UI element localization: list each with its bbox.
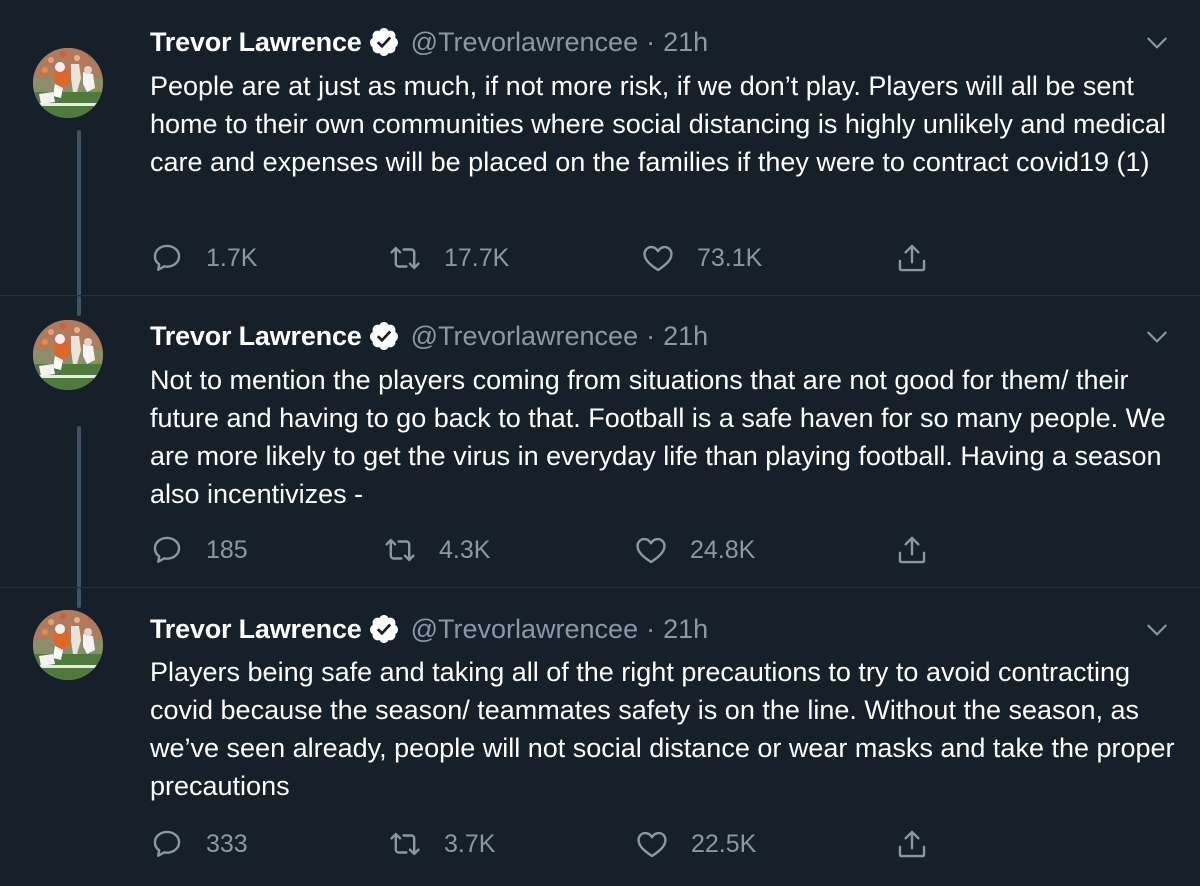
tweet-1[interactable]: Trevor Lawrence @Trevorlawrencee · 21h P… [0, 0, 1200, 296]
share-icon [895, 533, 929, 567]
chevron-down-icon[interactable] [1144, 324, 1170, 350]
author-name[interactable]: Trevor Lawrence [150, 27, 362, 58]
tweet-2[interactable]: Trevor Lawrence @Trevorlawrencee · 21h N… [0, 296, 1200, 588]
verified-badge-icon [368, 320, 400, 352]
author-name[interactable]: Trevor Lawrence [150, 321, 362, 352]
avatar-image [33, 610, 103, 680]
like-icon [635, 827, 669, 861]
retweet-icon [383, 533, 417, 567]
verified-badge-icon [368, 26, 400, 58]
retweet-count: 3.7K [444, 829, 496, 858]
like-icon [641, 241, 675, 275]
reply-button[interactable]: 1.7K [150, 238, 257, 278]
reply-icon [150, 533, 184, 567]
reply-button[interactable]: 185 [150, 530, 248, 570]
thread-connector-line [77, 588, 81, 608]
like-button[interactable]: 24.8K [634, 530, 755, 570]
avatar-image [33, 48, 103, 118]
thread-connector-line [77, 130, 81, 296]
avatar[interactable] [33, 48, 103, 118]
thread-connector-line [77, 296, 81, 316]
retweet-icon [388, 241, 422, 275]
retweet-button[interactable]: 4.3K [383, 530, 490, 570]
reply-count: 185 [206, 535, 248, 564]
like-count: 24.8K [690, 535, 756, 564]
author-handle[interactable]: @Trevorlawrencee [411, 27, 638, 58]
author-handle[interactable]: @Trevorlawrencee [411, 614, 638, 645]
chevron-down-icon[interactable] [1144, 617, 1170, 643]
like-button[interactable]: 73.1K [641, 238, 762, 278]
like-icon [634, 533, 668, 567]
share-button[interactable] [895, 824, 929, 864]
tweet-actions: 333 3.7K 22.5K [150, 824, 950, 864]
separator-dot: · [646, 26, 656, 57]
verified-badge-icon [368, 613, 400, 645]
chevron-down-icon[interactable] [1144, 30, 1170, 56]
share-icon [895, 241, 929, 275]
like-count: 73.1K [697, 243, 763, 272]
retweet-button[interactable]: 3.7K [388, 824, 495, 864]
tweet-header: Trevor Lawrence @Trevorlawrencee · 21h [150, 25, 708, 59]
timestamp[interactable]: 21h [663, 27, 708, 58]
tweet-actions: 185 4.3K 24.8K [150, 530, 950, 570]
tweet-header: Trevor Lawrence @Trevorlawrencee · 21h [150, 319, 708, 353]
retweet-icon [388, 827, 422, 861]
author-name[interactable]: Trevor Lawrence [150, 614, 362, 645]
retweet-count: 17.7K [444, 243, 510, 272]
reply-icon [150, 241, 184, 275]
tweet-actions: 1.7K 17.7K 73.1K [150, 238, 950, 278]
retweet-count: 4.3K [439, 535, 491, 564]
share-button[interactable] [895, 238, 929, 278]
tweet-text: Players being safe and taking all of the… [150, 657, 1175, 801]
tweet-text: Not to mention the players coming from s… [150, 365, 1166, 509]
reply-icon [150, 827, 184, 861]
reply-count: 1.7K [206, 243, 258, 272]
timestamp[interactable]: 21h [663, 321, 708, 352]
tweet-thread: Trevor Lawrence @Trevorlawrencee · 21h P… [0, 0, 1200, 886]
separator-dot: · [646, 613, 656, 644]
author-handle[interactable]: @Trevorlawrencee [411, 321, 638, 352]
retweet-button[interactable]: 17.7K [388, 238, 509, 278]
share-button[interactable] [895, 530, 929, 570]
thread-connector-line [77, 426, 81, 588]
reply-count: 333 [206, 829, 248, 858]
reply-button[interactable]: 333 [150, 824, 248, 864]
like-count: 22.5K [691, 829, 757, 858]
tweet-header: Trevor Lawrence @Trevorlawrencee · 21h [150, 612, 708, 646]
avatar[interactable] [33, 320, 103, 390]
tweet-text: People are at just as much, if not more … [150, 71, 1166, 177]
avatar-image [33, 320, 103, 390]
share-icon [895, 827, 929, 861]
separator-dot: · [646, 320, 656, 351]
tweet-3[interactable]: Trevor Lawrence @Trevorlawrencee · 21h P… [0, 588, 1200, 886]
timestamp[interactable]: 21h [663, 614, 708, 645]
like-button[interactable]: 22.5K [635, 824, 756, 864]
avatar[interactable] [33, 610, 103, 680]
